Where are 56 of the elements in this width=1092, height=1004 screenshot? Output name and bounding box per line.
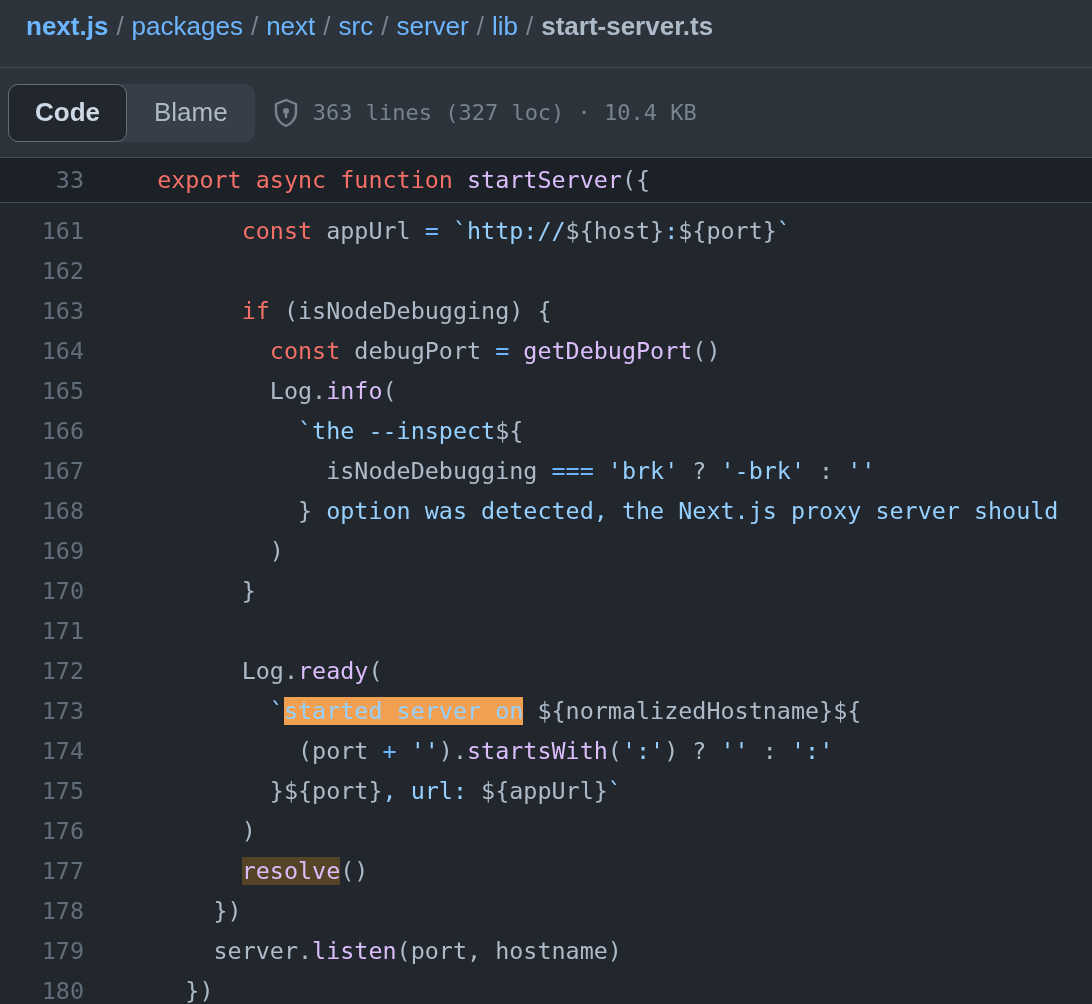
line-number: 168 — [40, 497, 84, 525]
repo-link[interactable]: next.js — [26, 11, 109, 42]
path-link[interactable]: server — [396, 11, 469, 42]
line-number: 167 — [40, 457, 84, 485]
path-separator: / — [476, 11, 484, 42]
view-tab[interactable]: Code — [8, 83, 127, 142]
line-number: 161 — [40, 217, 84, 245]
line-number: 177 — [40, 857, 84, 885]
code-line: server.listen(port, hostname) — [212, 937, 622, 965]
view-tab[interactable]: Blame — [127, 83, 255, 142]
path-separator: / — [250, 11, 259, 42]
path-separator: / — [381, 11, 389, 42]
line-number: 173 — [40, 697, 84, 725]
code-line: ) — [240, 817, 256, 845]
code-line: Log.ready( — [240, 657, 383, 685]
path-link[interactable]: next — [266, 11, 316, 42]
code-line: ) — [268, 537, 284, 565]
line-number: 178 — [40, 897, 84, 925]
code-line: if (isNodeDebugging) { — [240, 297, 552, 325]
path-link[interactable]: src — [338, 11, 374, 42]
line-number: 174 — [40, 737, 84, 765]
code-line: isNodeDebugging === 'brk' ? '-brk' : '' — [325, 457, 876, 485]
line-number: 163 — [40, 297, 84, 325]
line-number: 171 — [40, 617, 84, 645]
code-line: export async function startServer({ — [156, 166, 651, 194]
code-line: }) — [184, 977, 214, 1004]
code-line: } — [240, 577, 256, 605]
path-separator: / — [323, 11, 331, 42]
path-separator: / — [525, 11, 534, 42]
code-line: const debugPort = getDebugPort() — [268, 337, 721, 365]
line-number: 165 — [40, 377, 84, 405]
code-line: const appUrl = `http://${host}:${port}` — [240, 217, 791, 245]
code-line: `the --inspect${ — [297, 417, 524, 445]
code-line: }) — [212, 897, 242, 925]
code-line: (port + '').startsWith(':') ? '' : ':' — [297, 737, 834, 765]
line-number: 164 — [40, 337, 84, 365]
line-number: 176 — [40, 817, 84, 845]
line-number: 162 — [40, 257, 84, 285]
file-name: start-server.ts — [541, 11, 714, 42]
path-separator: / — [116, 11, 124, 42]
line-number: 180 — [40, 977, 84, 1004]
line-number: 172 — [40, 657, 84, 685]
line-number: 179 — [40, 937, 84, 965]
code-line: `started server on ${normalizedHostname}${ — [268, 697, 862, 725]
line-number: 175 — [40, 777, 84, 805]
code-line: }${port}, url: ${appUrl}` — [268, 777, 622, 805]
file-info: 363 lines (327 loc) · 10.4 KB — [312, 100, 697, 125]
line-number: 33 — [54, 166, 84, 194]
line-number: 169 — [40, 537, 84, 565]
shield-icon — [272, 97, 299, 128]
path-link[interactable]: lib — [491, 11, 518, 42]
code-line: Log.info( — [268, 377, 397, 405]
code-line: } option was detected, the Next.js proxy server should — [297, 497, 1059, 525]
line-number: 170 — [40, 577, 84, 605]
line-number: 166 — [40, 417, 84, 445]
path-link[interactable]: packages — [131, 11, 243, 42]
